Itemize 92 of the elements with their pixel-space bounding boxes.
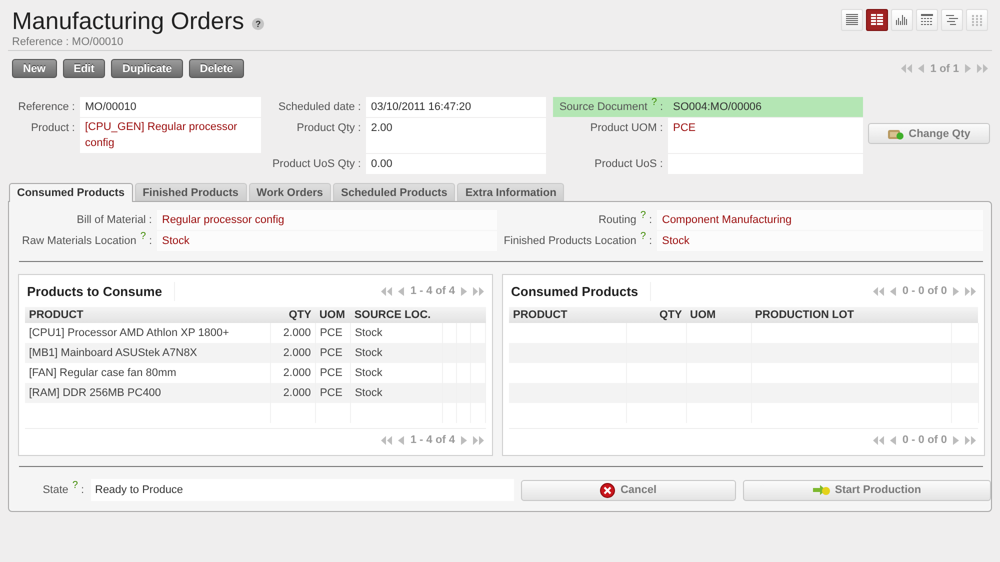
start-production-button[interactable]: Start Production [743, 480, 991, 500]
previous-page-button[interactable] [890, 436, 896, 444]
field-label: Product UOM : [589, 121, 664, 136]
toolbar-button[interactable]: Edit [62, 59, 106, 78]
field-value[interactable]: MO/00010 [80, 97, 261, 117]
toolbar-button[interactable]: New [12, 59, 57, 78]
grid-title: Products to Consume [25, 282, 176, 300]
field-label: Bill of Material : [76, 213, 153, 228]
column-header[interactable]: PRODUCT [509, 307, 626, 323]
table-cell: Stock [350, 343, 442, 363]
previous-page-button[interactable] [398, 286, 404, 296]
table-cell: [RAM] DDR 256MB PC400 [25, 383, 270, 403]
form-view-button[interactable] [866, 9, 888, 31]
field-label: Product Qty : [296, 121, 362, 136]
toolbar-button[interactable]: Delete [188, 59, 244, 78]
previous-page-button[interactable] [398, 436, 404, 444]
next-page-button[interactable] [953, 286, 959, 296]
field-value[interactable]: [CPU_GEN] Regular processor config [80, 118, 261, 153]
form-view-icon [871, 14, 883, 26]
table-cell: PCE [315, 383, 350, 403]
previous-page-button[interactable] [918, 64, 924, 73]
graph-view-icon [896, 14, 908, 26]
column-header[interactable]: SOURCE LOC. [350, 307, 442, 323]
last-page-button[interactable] [965, 436, 976, 444]
pager-count: 0 - 0 of 0 [902, 434, 947, 446]
tab[interactable]: Work Orders [248, 183, 331, 201]
previous-page-button[interactable] [890, 286, 896, 296]
page-title: Manufacturing Orders [12, 9, 244, 35]
field-value[interactable]: 2.00 [366, 118, 546, 153]
field-label: Product UoS Qty : [271, 157, 362, 172]
gantt-view-button[interactable] [941, 9, 963, 31]
next-page-button[interactable] [965, 64, 971, 73]
tab[interactable]: Extra Information [457, 183, 564, 201]
first-page-button[interactable] [901, 64, 912, 73]
table-cell: 2.000 [270, 343, 316, 363]
gantt-view-icon [946, 14, 958, 26]
field-value[interactable]: Stock [657, 231, 983, 251]
help-icon[interactable]: ? [252, 18, 264, 30]
next-page-button[interactable] [953, 436, 959, 444]
column-header[interactable]: QTY [626, 307, 686, 323]
list-view-button[interactable] [841, 9, 863, 31]
column-header[interactable]: UOM [315, 307, 350, 323]
field-label: Product UoS : [594, 157, 664, 172]
last-page-button[interactable] [965, 286, 976, 296]
grid-title: Consumed Products [509, 282, 652, 300]
cancel-button[interactable]: Cancel [521, 480, 736, 500]
kanban-view-icon [971, 14, 983, 26]
tab[interactable]: Finished Products [134, 183, 247, 201]
field-value[interactable]: Component Manufacturing [657, 210, 983, 230]
first-page-button[interactable] [381, 436, 392, 444]
package-icon [888, 127, 904, 140]
tab[interactable]: Scheduled Products [332, 183, 456, 201]
field-value: Ready to Produce [91, 479, 514, 501]
field-value[interactable]: Stock [157, 231, 497, 251]
calendar-view-button[interactable] [916, 9, 938, 31]
column-header[interactable]: UOM [686, 307, 751, 323]
table-cell: 2.000 [270, 383, 316, 403]
last-page-button[interactable] [473, 436, 484, 444]
pager-count: 1 of 1 [930, 62, 959, 74]
last-page-button[interactable] [473, 286, 484, 296]
column-header[interactable]: QTY [270, 307, 316, 323]
close-icon [600, 482, 616, 498]
table-cell: PCE [315, 343, 350, 363]
column-header[interactable]: PRODUCTION LOT [751, 307, 951, 323]
first-page-button[interactable] [381, 286, 392, 296]
first-page-button[interactable] [873, 286, 884, 296]
pager-count: 1 - 4 of 4 [410, 285, 455, 297]
pager-count: 0 - 0 of 0 [902, 285, 947, 297]
calendar-view-icon [921, 14, 933, 26]
change-quantity-button[interactable]: Change Qty [868, 123, 990, 144]
graph-view-button[interactable] [891, 9, 913, 31]
field-value[interactable]: SO004:MO/00006 [668, 97, 863, 117]
column-header[interactable]: PRODUCT [25, 307, 270, 323]
field-label: Scheduled date : [277, 100, 362, 115]
field-value[interactable]: Regular processor config [157, 210, 497, 230]
record-reference: Reference : MO/00010 [12, 36, 124, 48]
field-value[interactable]: PCE [668, 118, 863, 153]
pager-count: 1 - 4 of 4 [410, 434, 455, 446]
last-page-button[interactable] [977, 64, 988, 73]
first-page-button[interactable] [873, 436, 884, 444]
field-value[interactable]: 03/10/2011 16:47:20 [366, 97, 546, 117]
next-page-button[interactable] [461, 436, 467, 444]
table-cell: [MB1] Mainboard ASUStek A7N8X [25, 343, 270, 363]
field-label: Product : [30, 121, 76, 136]
toolbar-button[interactable]: Duplicate [111, 59, 183, 78]
list-view-icon [846, 14, 858, 26]
field-value[interactable]: 0.00 [366, 154, 546, 174]
table-cell: Stock [350, 383, 442, 403]
arrow-icon [812, 484, 830, 496]
tab[interactable]: Consumed Products [9, 183, 133, 202]
next-page-button[interactable] [461, 286, 467, 296]
field-label: Reference : [17, 100, 76, 115]
